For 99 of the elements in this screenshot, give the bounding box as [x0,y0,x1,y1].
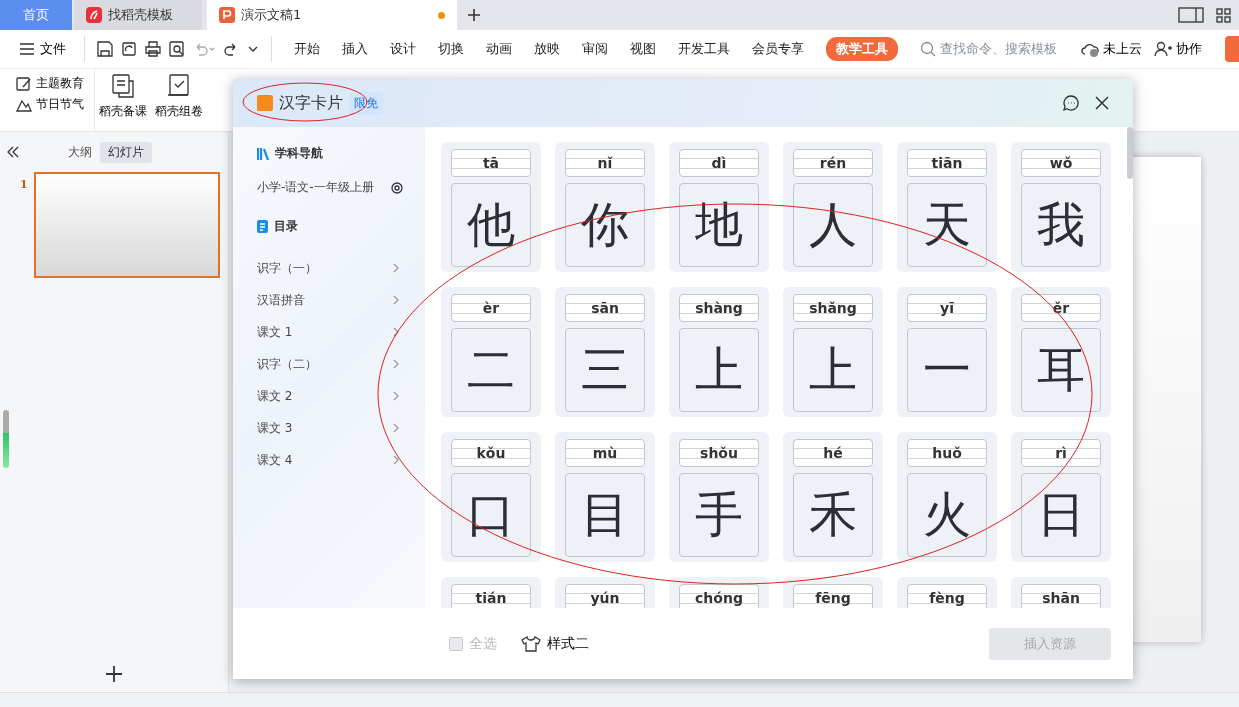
character-card[interactable]: fèng [897,577,997,608]
ribbon-button[interactable]: 稻壳组卷 [151,69,207,131]
ribbon-tab[interactable]: 开始 [294,37,320,61]
hanzi-character: 三 [565,328,645,412]
nav-heading: 学科导航 [275,144,323,162]
hanzi-character: 口 [451,473,531,557]
panel-tab[interactable]: 幻灯片 [100,141,152,163]
character-card[interactable]: sān 三 [555,287,655,417]
dialog-title: 汉字卡片 [279,92,343,114]
ribbon-tab[interactable]: 开发工具 [678,37,730,61]
hanzi-character: 手 [679,473,759,557]
character-card[interactable]: mù 目 [555,432,655,562]
toc-item[interactable]: 课文 3 [257,412,425,444]
pinyin-text: kǒu [451,439,531,467]
hanzi-character: 上 [679,328,759,412]
ribbon-tab[interactable]: 放映 [534,37,560,61]
hanzi-character: 一 [907,328,987,412]
character-card[interactable]: tiān 天 [897,142,997,272]
hanzi-character: 天 [907,183,987,267]
toc-item[interactable]: 汉语拼音 [257,284,425,316]
ribbon-tab[interactable]: 切换 [438,37,464,61]
character-card[interactable]: rì 日 [1011,432,1111,562]
character-card[interactable]: rén 人 [783,142,883,272]
pinyin-text: shǒu [679,439,759,467]
pinyin-text: shàng [679,294,759,322]
toc-item[interactable]: 课文 1 [257,316,425,348]
hanzi-character: 耳 [1021,328,1101,412]
ribbon-button[interactable]: 节日节气 [16,96,84,113]
character-card[interactable]: tā 他 [441,142,541,272]
pinyin-text: sān [565,294,645,322]
pinyin-text: huǒ [907,439,987,467]
pinyin-text: èr [451,294,531,322]
hanzi-character: 他 [451,183,531,267]
ribbon-tab[interactable]: 视图 [630,37,656,61]
hanzi-character: 地 [679,183,759,267]
character-card[interactable]: wǒ 我 [1011,142,1111,272]
pinyin-text: fēng [793,584,873,608]
free-tag: 限免 [349,91,383,115]
character-card[interactable]: fēng [783,577,883,608]
ribbon-tab[interactable]: 会员专享 [752,37,804,61]
pinyin-text: chóng [679,584,759,608]
character-card[interactable]: yún [555,577,655,608]
ribbon-button[interactable]: 主题教育 [16,75,84,92]
hanzi-character: 禾 [793,473,873,557]
character-card[interactable]: kǒu 口 [441,432,541,562]
style-selector[interactable]: 样式二 [521,634,589,653]
panel-tab[interactable]: 大纲 [60,141,100,163]
hanzi-character: 人 [793,183,873,267]
character-card[interactable]: ěr 耳 [1011,287,1111,417]
character-card[interactable]: yī 一 [897,287,997,417]
character-card[interactable]: dì 地 [669,142,769,272]
ribbon-button[interactable]: 稻壳备课 [95,69,151,131]
character-card[interactable]: chóng [669,577,769,608]
ribbon-tab[interactable]: 插入 [342,37,368,61]
subject-label: 小学-语文-一年级上册 [257,179,374,196]
app-tab[interactable]: 演示文稿1 [207,0,457,30]
pinyin-text: shǎng [793,294,873,322]
character-card[interactable]: shàng 上 [669,287,769,417]
hanzi-character: 上 [793,328,873,412]
hanzi-character: 我 [1021,183,1101,267]
app-tab[interactable]: 找稻壳模板 [74,0,202,30]
pinyin-text: rì [1021,439,1101,467]
pinyin-text: tián [451,584,531,608]
pinyin-text: yī [907,294,987,322]
toc-item[interactable]: 课文 4 [257,444,425,476]
hanzi-character: 火 [907,473,987,557]
ribbon-tab[interactable]: 审阅 [582,37,608,61]
hanzi-character: 目 [565,473,645,557]
pinyin-text: yún [565,584,645,608]
collaborate-button[interactable]: 协作 [1154,40,1202,58]
pinyin-text: wǒ [1021,149,1101,177]
toc-item[interactable]: 课文 2 [257,380,425,412]
pinyin-text: dì [679,149,759,177]
ribbon-tab[interactable]: 动画 [486,37,512,61]
character-card[interactable]: èr 二 [441,287,541,417]
slide-number: 1 [20,177,28,193]
hanzi-character: 二 [451,328,531,412]
character-card[interactable]: tián [441,577,541,608]
pinyin-text: ěr [1021,294,1101,322]
pinyin-text: tā [451,149,531,177]
character-card[interactable]: hé 禾 [783,432,883,562]
pinyin-text: fèng [907,584,987,608]
pinyin-text: rén [793,149,873,177]
hanzi-character: 日 [1021,473,1101,557]
pinyin-text: shān [1021,584,1101,608]
ribbon-tab[interactable]: 设计 [390,37,416,61]
character-card[interactable]: shǒu 手 [669,432,769,562]
file-menu[interactable]: 文件 [14,39,72,59]
pinyin-text: hé [793,439,873,467]
cloud-status-button[interactable]: 未上云 [1081,40,1142,58]
toc-item[interactable]: 识字（一） [257,252,425,284]
pinyin-text: mù [565,439,645,467]
toc-item[interactable]: 识字（二） [257,348,425,380]
toc-heading: 目录 [274,217,298,235]
pinyin-text: nǐ [565,149,645,177]
character-card[interactable]: shān [1011,577,1111,608]
pinyin-text: tiān [907,149,987,177]
character-card[interactable]: shǎng 上 [783,287,883,417]
character-card[interactable]: huǒ 火 [897,432,997,562]
